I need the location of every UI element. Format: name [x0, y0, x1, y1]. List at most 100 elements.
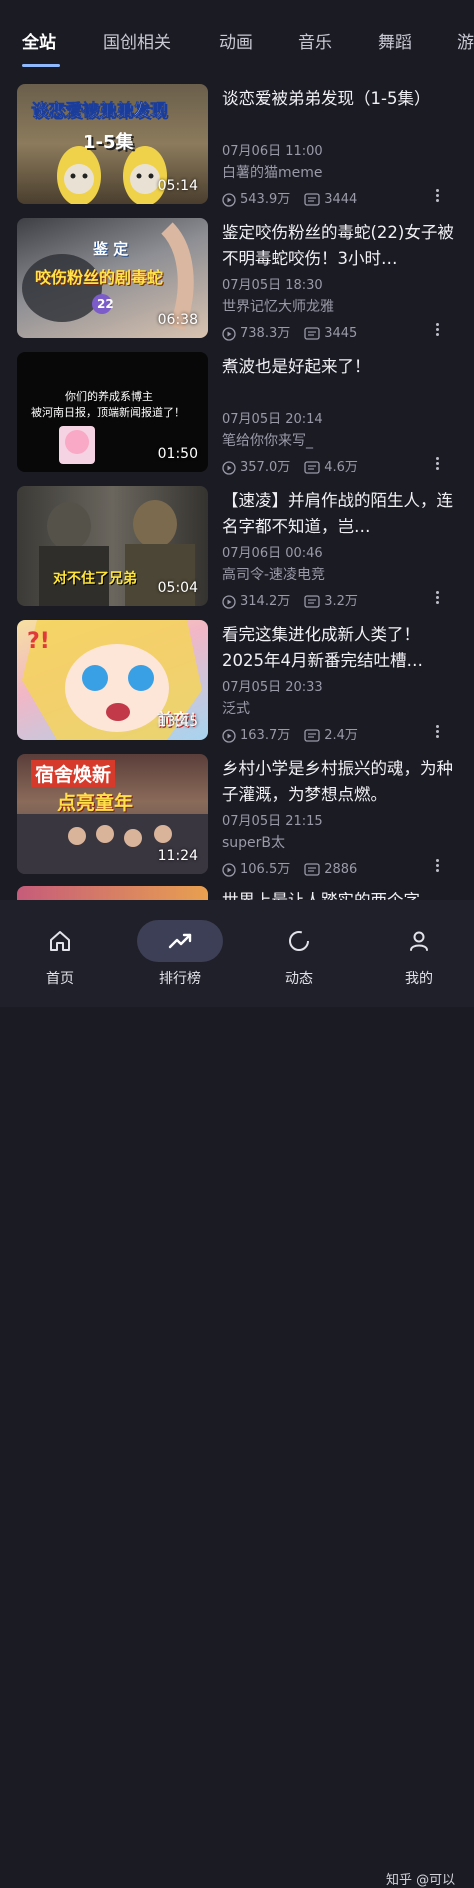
video-stats: 543.9万 3444 [222, 188, 357, 207]
video-item[interactable]: 你们的养成系博主 被河南日报，顶端新闻报道了！ 01:50 煮波也是好起来了！ … [0, 348, 474, 476]
thumbnail-caption: 咬伤粉丝的剧毒蛇 [35, 268, 164, 287]
danmaku-icon [304, 863, 320, 876]
nav-ranking[interactable]: 排行榜 [135, 900, 225, 1007]
video-date: 07月05日 20:14 [222, 412, 323, 427]
view-count: 106.5万 [240, 862, 291, 877]
video-title[interactable]: 鉴定咬伤粉丝的毒蛇(22)女子被不明毒蛇咬伤！3小时… [222, 220, 454, 272]
video-item[interactable]: 对不住了兄弟 05:04 【速凌】并肩作战的陌生人，连名字都不知道，岂… 07月… [0, 482, 474, 610]
video-title[interactable]: 乡村小学是乡村振兴的魂，为种子灌溉，为梦想点燃。 [222, 756, 454, 808]
video-item[interactable]: 鉴 定 咬伤粉丝的剧毒蛇 22 06:38 鉴定咬伤粉丝的毒蛇(22)女子被不明… [0, 214, 474, 342]
video-thumbnail[interactable]: 对不住了兄弟 05:04 [17, 486, 208, 606]
video-stats: 738.3万 3445 [222, 322, 357, 341]
video-date: 07月05日 21:15 [222, 814, 323, 829]
more-options-icon[interactable] [436, 456, 440, 472]
tab-dance[interactable]: 舞蹈 [378, 28, 412, 53]
tab-guochuang[interactable]: 国创相关 [103, 28, 171, 53]
video-author[interactable]: 泛式 [222, 698, 250, 718]
danmaku-count: 3444 [324, 192, 358, 207]
video-stats: 163.7万 2.4万 [222, 724, 358, 743]
view-count: 738.3万 [240, 326, 291, 341]
video-date: 07月06日 11:00 [222, 144, 323, 159]
danmaku-count: 2.4万 [324, 728, 358, 743]
thumbnail-caption: 点亮童年 [57, 792, 134, 814]
thumbnail-caption: 宿舍焕新 [31, 760, 116, 787]
play-count-icon [222, 460, 236, 475]
video-duration: 05:04 [157, 580, 198, 596]
profile-icon [410, 931, 428, 951]
nav-profile[interactable]: 我的 [374, 900, 464, 1007]
video-title[interactable]: 世界上最让人踏实的两个字 [222, 888, 454, 900]
more-options-icon[interactable] [436, 188, 440, 204]
video-stats: 314.2万 3.2万 [222, 590, 358, 609]
play-count-icon [222, 192, 236, 207]
more-options-icon[interactable] [436, 590, 440, 606]
nav-label: 我的 [405, 971, 433, 987]
video-stats: 106.5万 2886 [222, 858, 357, 877]
video-author[interactable]: 高司令-速凌电竞 [222, 564, 325, 584]
thumbnail-caption: 对不住了兄弟 [53, 571, 137, 587]
video-stats: 357.0万 4.6万 [222, 456, 358, 475]
video-thumbnail[interactable]: ?! 前夜！ 13:45 [17, 620, 208, 740]
nav-label: 排行榜 [159, 971, 201, 987]
more-options-icon[interactable] [436, 858, 440, 874]
video-title[interactable]: 看完这集进化成新人类了！2025年4月新番完结吐槽… [222, 622, 454, 674]
tab-animation[interactable]: 动画 [219, 28, 253, 53]
category-tab-bar: 全站 国创相关 动画 音乐 舞蹈 游 [0, 0, 474, 78]
video-author[interactable]: superB太 [222, 832, 285, 852]
danmaku-icon [304, 461, 320, 474]
video-date: 07月06日 00:46 [222, 546, 323, 561]
ranking-video-list[interactable]: 谈恋爱被弟弟发现 1-5集 05:14 谈恋爱被弟弟发现（1-5集） 07月06… [0, 80, 474, 900]
bottom-navigation: 首页 排行榜 动态 我的 知乎 @可以 [0, 900, 474, 1888]
activity-icon [289, 931, 309, 951]
nav-label: 动态 [285, 971, 313, 987]
tab-music[interactable]: 音乐 [298, 28, 332, 53]
video-author[interactable]: 世界记忆大师龙雅 [222, 296, 334, 316]
danmaku-icon [304, 729, 320, 742]
video-title[interactable]: 谈恋爱被弟弟发现（1-5集） [222, 86, 454, 112]
more-options-icon[interactable] [436, 724, 440, 740]
play-count-icon [222, 594, 236, 609]
thumbnail-caption: 谈恋爱被弟弟发现 [31, 101, 168, 122]
video-author[interactable]: 笔给你你来写_ [222, 430, 313, 450]
danmaku-count: 3445 [324, 326, 358, 341]
video-author[interactable]: 白薯的猫meme [222, 162, 323, 182]
video-thumbnail[interactable]: 鉴 定 咬伤粉丝的剧毒蛇 22 06:38 [17, 218, 208, 338]
tab-all[interactable]: 全站 [22, 28, 56, 53]
thumbnail-caption: 1-5集 [83, 132, 134, 153]
trending-icon [168, 933, 192, 949]
video-thumbnail[interactable]: 谈恋爱被弟弟发现 1-5集 05:14 [17, 84, 208, 204]
thumbnail-caption: 鉴 定 [93, 240, 129, 258]
view-count: 314.2万 [240, 594, 291, 609]
danmaku-icon [304, 595, 320, 608]
video-title[interactable]: 煮波也是好起来了！ [222, 354, 454, 380]
video-item[interactable]: ?! 前夜！ 13:45 看完这集进化成新人类了！2025年4月新番完结吐槽… … [0, 616, 474, 744]
svg-text:?!: ?! [27, 629, 50, 654]
video-item[interactable]: 谈恋爱被弟弟发现 1-5集 05:14 谈恋爱被弟弟发现（1-5集） 07月06… [0, 80, 474, 208]
video-thumbnail[interactable]: 宿舍焕新 点亮童年 11:24 [17, 754, 208, 874]
video-duration: 06:38 [157, 312, 198, 328]
view-count: 163.7万 [240, 728, 291, 743]
nav-label: 首页 [46, 971, 74, 987]
nav-home[interactable]: 首页 [15, 900, 105, 1007]
nav-activity[interactable]: 动态 [254, 900, 344, 1007]
video-title[interactable]: 【速凌】并肩作战的陌生人，连名字都不知道，岂… [222, 488, 454, 540]
video-duration: 05:14 [157, 178, 198, 194]
video-thumbnail[interactable]: 你们的养成系博主 被河南日报，顶端新闻报道了！ 01:50 [17, 352, 208, 472]
play-count-icon [222, 862, 236, 877]
danmaku-count: 4.6万 [324, 460, 358, 475]
more-options-icon[interactable] [436, 322, 440, 338]
video-duration: 13:45 [157, 714, 198, 730]
tab-game-partial[interactable]: 游 [457, 28, 474, 53]
play-count-icon [222, 326, 236, 341]
danmaku-count: 2886 [324, 862, 358, 877]
home-icon [50, 931, 70, 951]
danmaku-icon [304, 327, 320, 340]
video-item[interactable]: 世界上最让人踏实的两个字 [0, 882, 474, 900]
video-duration: 11:24 [157, 848, 198, 864]
danmaku-count: 3.2万 [324, 594, 358, 609]
active-tab-indicator [22, 64, 60, 67]
video-item[interactable]: 宿舍焕新 点亮童年 11:24 乡村小学是乡村振兴的魂，为种子灌溉，为梦想点燃。… [0, 750, 474, 878]
view-count: 543.9万 [240, 192, 291, 207]
video-thumbnail[interactable] [17, 886, 208, 900]
video-duration: 01:50 [157, 446, 198, 462]
